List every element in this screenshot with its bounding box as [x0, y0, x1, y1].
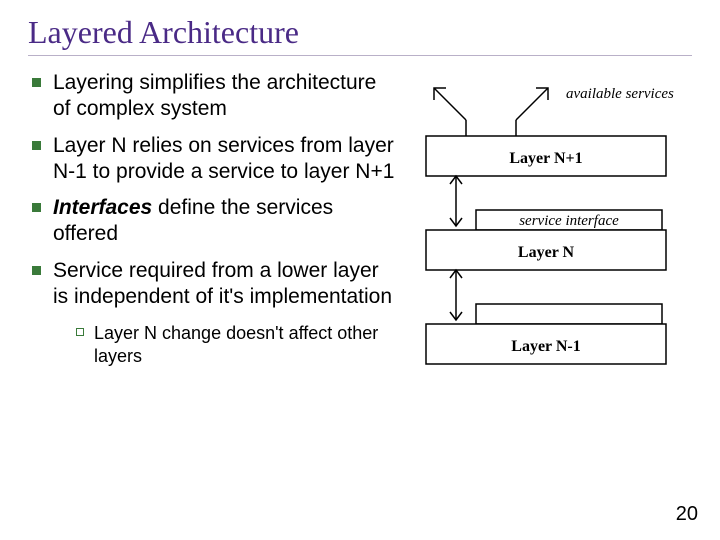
bullet-list: Layering simplifies the architecture of …	[28, 70, 398, 388]
bullet-item: Service required from a lower layer is i…	[28, 258, 398, 311]
bullet-emph: Interfaces	[53, 196, 152, 219]
bullet-text: Service required from a lower layer is i…	[53, 258, 398, 311]
sub-bullet-text: Layer N change doesn't affect other laye…	[94, 322, 398, 367]
slide-title: Layered Architecture	[28, 14, 692, 51]
fan-arrow-right-icon	[516, 88, 548, 120]
service-interface-label: service interface	[519, 213, 619, 229]
layer-label-top: Layer N+1	[509, 150, 582, 167]
available-services-label: available services	[566, 86, 674, 102]
sub-bullet-square-icon	[76, 328, 84, 336]
bullet-square-icon	[32, 203, 41, 212]
content-grid: Layering simplifies the architecture of …	[28, 70, 692, 388]
title-rule	[28, 55, 692, 56]
sub-bullet-item: Layer N change doesn't affect other laye…	[76, 322, 398, 367]
sub-bullet-list: Layer N change doesn't affect other laye…	[28, 322, 398, 367]
double-arrow-icon	[450, 270, 462, 320]
diagram-svg: available services Layer N+1 service int…	[416, 78, 676, 388]
layer-diagram: available services Layer N+1 service int…	[416, 78, 686, 388]
bullet-text: Layering simplifies the architecture of …	[53, 70, 398, 123]
layer-label-mid: Layer N	[518, 244, 575, 261]
bullet-text: Interfaces define the services offered	[53, 195, 398, 248]
bullet-square-icon	[32, 141, 41, 150]
bullet-item: Layer N relies on services from layer N-…	[28, 133, 398, 186]
layer-label-bot: Layer N-1	[511, 338, 580, 355]
bullet-item: Interfaces define the services offered	[28, 195, 398, 248]
bullet-square-icon	[32, 266, 41, 275]
bullet-square-icon	[32, 78, 41, 87]
bullet-item: Layering simplifies the architecture of …	[28, 70, 398, 123]
bullet-text: Layer N relies on services from layer N-…	[53, 133, 398, 186]
interface-stub-box	[476, 304, 662, 324]
double-arrow-icon	[450, 176, 462, 226]
fan-arrow-left-icon	[434, 88, 466, 120]
page-number: 20	[676, 503, 698, 526]
